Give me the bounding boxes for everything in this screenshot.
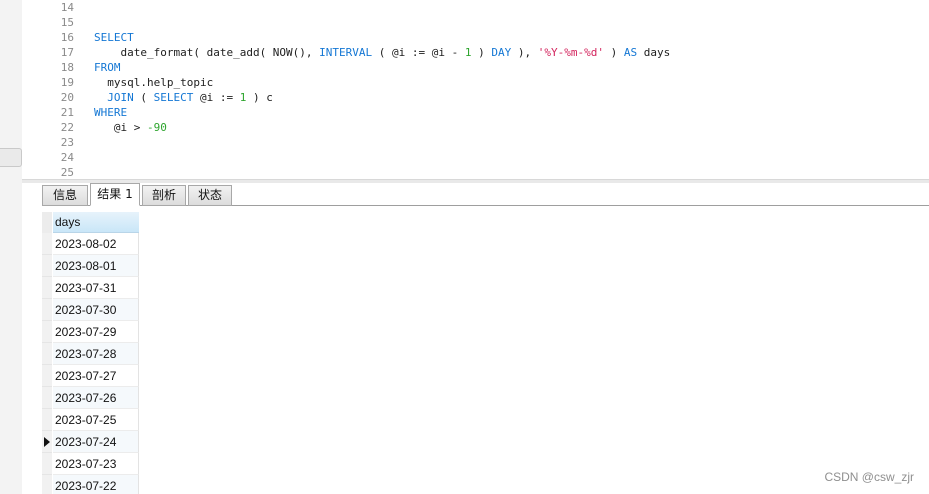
table-cell[interactable]: 2023-08-02 bbox=[53, 233, 139, 255]
sql-text: ( @i := @i - bbox=[372, 46, 465, 59]
sql-text: mysql.help_topic bbox=[94, 76, 214, 89]
line-number: 22 bbox=[60, 121, 74, 134]
sql-keyword: DAY bbox=[491, 46, 512, 59]
table-cell[interactable]: 2023-08-01 bbox=[53, 255, 139, 277]
line-number: 24 bbox=[60, 151, 74, 164]
sql-keyword: SELECT bbox=[94, 31, 134, 44]
panel-collapse-handle[interactable] bbox=[0, 148, 22, 167]
sql-number: -90 bbox=[146, 121, 167, 134]
current-row-pointer-icon bbox=[44, 437, 50, 447]
line-number: 15 bbox=[60, 16, 74, 29]
row-indicator[interactable] bbox=[42, 321, 52, 343]
sql-string: '%Y-%m-%d' bbox=[537, 46, 604, 59]
sql-text: ) c bbox=[246, 91, 273, 104]
line-number: 16 bbox=[60, 31, 74, 44]
tab-profile[interactable]: 剖析 bbox=[142, 185, 186, 206]
header-row-indicator bbox=[42, 212, 52, 233]
row-indicator[interactable] bbox=[42, 255, 52, 277]
tab-info[interactable]: 信息 bbox=[42, 185, 88, 206]
table-cell[interactable]: 2023-07-24 bbox=[53, 431, 139, 453]
line-number: 17 bbox=[60, 46, 74, 59]
sql-keyword: JOIN bbox=[107, 91, 134, 104]
row-indicator[interactable] bbox=[42, 387, 52, 409]
code-text: mysql.help_topic bbox=[94, 75, 213, 90]
line-number: 25 bbox=[60, 166, 74, 179]
row-indicator[interactable] bbox=[42, 299, 52, 321]
row-indicator[interactable] bbox=[42, 409, 52, 431]
row-indicator[interactable] bbox=[42, 453, 52, 475]
result-tab-bar: 信息 结果 1 剖析 状态 bbox=[42, 183, 929, 206]
column-header-days[interactable]: days bbox=[53, 212, 139, 233]
table-cell[interactable]: 2023-07-29 bbox=[53, 321, 139, 343]
code-text: date_format( date_add( NOW(), INTERVAL (… bbox=[94, 45, 670, 60]
row-indicator[interactable] bbox=[42, 233, 52, 255]
sql-text: date_format( date_add( NOW(), bbox=[94, 46, 320, 59]
code-text: WHERE bbox=[94, 105, 127, 120]
sql-text: days bbox=[637, 46, 671, 59]
sql-keyword: WHERE bbox=[94, 106, 128, 119]
line-number: 20 bbox=[60, 91, 74, 104]
row-indicator[interactable] bbox=[42, 475, 52, 494]
table-cell[interactable]: 2023-07-26 bbox=[53, 387, 139, 409]
sql-text: ( bbox=[133, 91, 154, 104]
line-number: 14 bbox=[60, 1, 74, 14]
sql-number: 1 bbox=[464, 46, 472, 59]
sql-text: ) bbox=[471, 46, 492, 59]
table-cell[interactable]: 2023-07-25 bbox=[53, 409, 139, 431]
tab-status[interactable]: 状态 bbox=[188, 185, 232, 206]
result-grid[interactable]: days 2023-08-02 2023-08-01 2023-07-31 2023-… bbox=[42, 210, 142, 494]
code-text: @i > -90 bbox=[94, 120, 167, 135]
watermark: CSDN @csw_zjr bbox=[824, 470, 914, 484]
row-indicator[interactable] bbox=[42, 365, 52, 387]
line-number: 21 bbox=[60, 106, 74, 119]
row-indicator[interactable] bbox=[42, 343, 52, 365]
sql-editor[interactable]: 14 15 16 SELECT 17 date_format( date_add( NO… bbox=[40, 0, 929, 181]
table-cell[interactable]: 2023-07-22 bbox=[53, 475, 139, 494]
row-indicator[interactable] bbox=[42, 431, 52, 453]
code-text: SELECT bbox=[94, 30, 134, 45]
table-cell[interactable]: 2023-07-28 bbox=[53, 343, 139, 365]
sql-text: @i := bbox=[193, 91, 240, 104]
sql-keyword: SELECT bbox=[153, 91, 194, 104]
row-indicator[interactable] bbox=[42, 277, 52, 299]
sql-text: ) bbox=[603, 46, 624, 59]
line-number: 18 bbox=[60, 61, 74, 74]
table-cell[interactable]: 2023-07-27 bbox=[53, 365, 139, 387]
object-browser-panel bbox=[0, 0, 22, 494]
sql-keyword: INTERVAL bbox=[319, 46, 373, 59]
sql-text: ), bbox=[511, 46, 538, 59]
sql-keyword: FROM bbox=[94, 61, 121, 74]
tab-result-1[interactable]: 结果 1 bbox=[90, 183, 140, 206]
sql-text: @i > bbox=[94, 121, 147, 134]
line-number: 23 bbox=[60, 136, 74, 149]
table-cell[interactable]: 2023-07-30 bbox=[53, 299, 139, 321]
sql-keyword: AS bbox=[623, 46, 638, 59]
line-number: 19 bbox=[60, 76, 74, 89]
code-text: FROM bbox=[94, 60, 121, 75]
code-text: JOIN ( SELECT @i := 1 ) c bbox=[94, 90, 273, 105]
table-cell[interactable]: 2023-07-23 bbox=[53, 453, 139, 475]
table-cell[interactable]: 2023-07-31 bbox=[53, 277, 139, 299]
